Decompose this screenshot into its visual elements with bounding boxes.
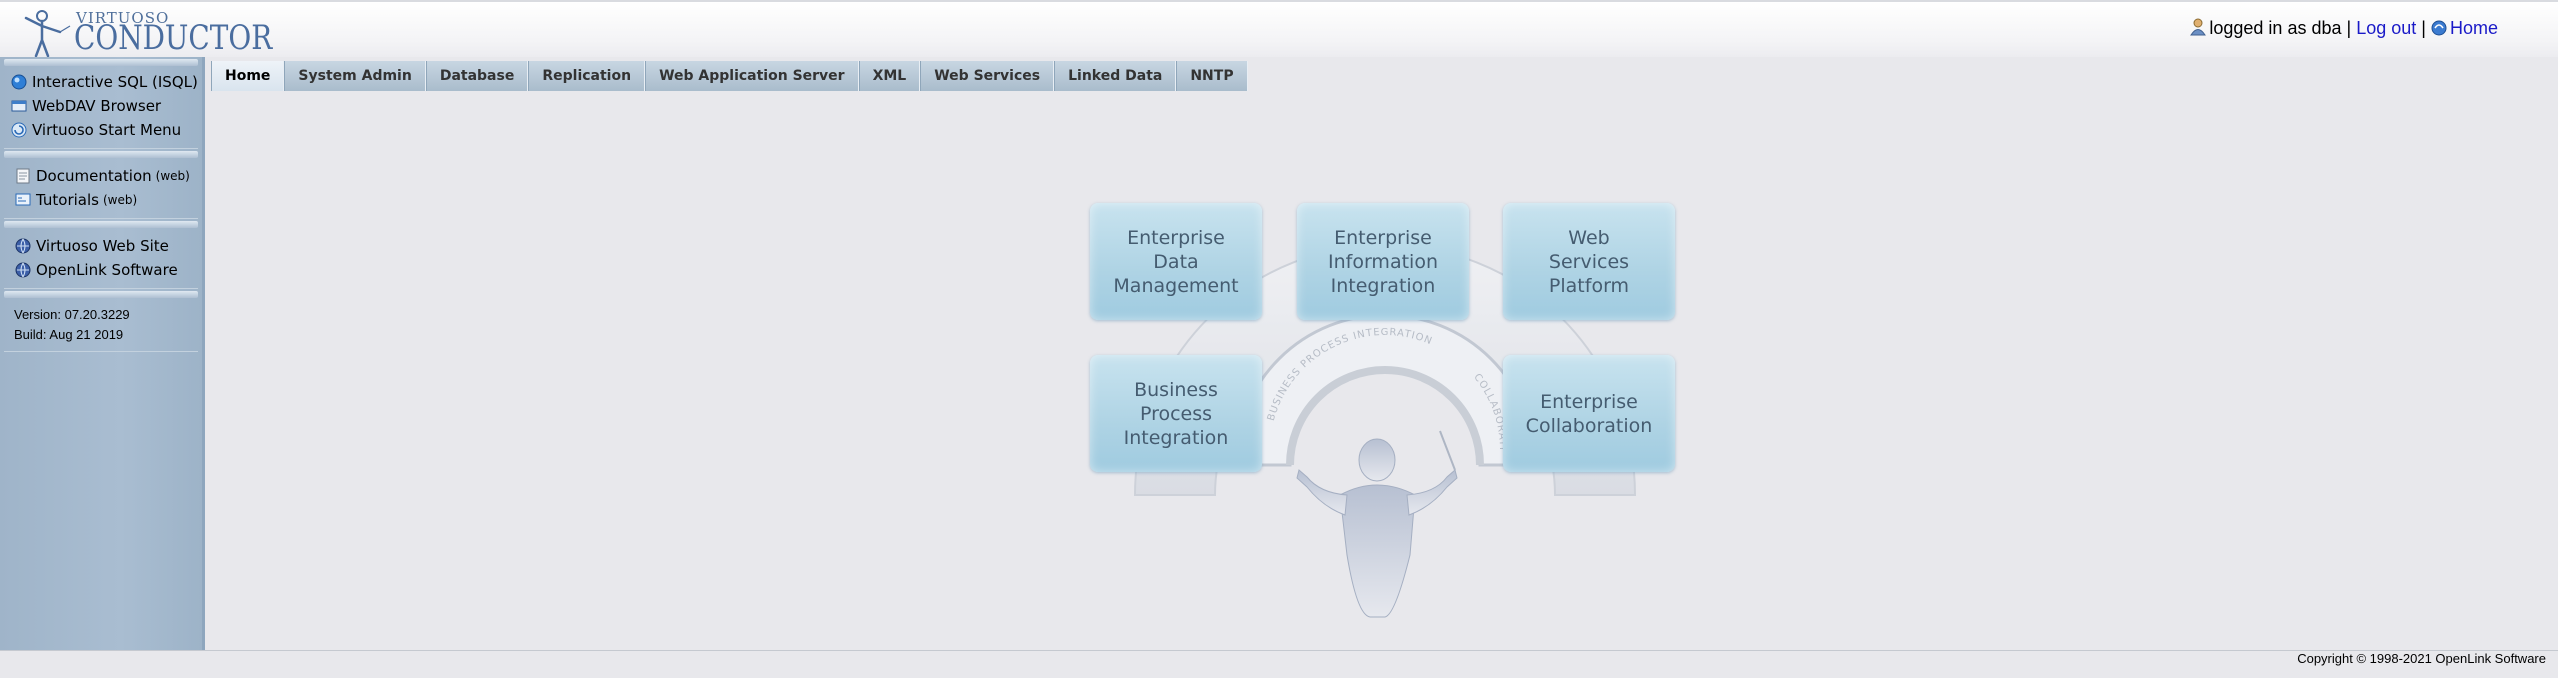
- home-link[interactable]: Home: [2450, 18, 2498, 38]
- main-tabs: Home System Admin Database Replication W…: [211, 61, 1248, 91]
- tab-linked-data[interactable]: Linked Data: [1054, 61, 1177, 91]
- sidebar-item-tutorials[interactable]: Tutorials (web): [4, 188, 198, 212]
- sidebar-item-label: Virtuoso Web Site: [36, 237, 169, 255]
- conductor-diagram: BUSINESS PROCESS INTEGRATION COLLABORATI…: [1085, 195, 1685, 625]
- sidebar-item-virtuoso-site[interactable]: Virtuoso Web Site: [4, 234, 198, 258]
- box-business-process-integration[interactable]: Business Process Integration: [1090, 355, 1262, 472]
- sidebar-links-group: Virtuoso Web Site OpenLink Software: [4, 228, 198, 289]
- sidebar-divider: [4, 151, 198, 158]
- virtuoso-conductor-logo[interactable]: VIRTUOSO CONDUCTOR: [16, 6, 272, 58]
- sidebar-item-start-menu[interactable]: Virtuoso Start Menu: [4, 118, 198, 142]
- globe-icon: [15, 238, 31, 254]
- tab-home[interactable]: Home: [211, 61, 285, 91]
- web-suffix: (web): [102, 193, 138, 207]
- sidebar-item-label: WebDAV Browser: [32, 97, 162, 115]
- sidebar-divider: [4, 291, 198, 298]
- copyright-text: Copyright © 1998-2021 OpenLink Software: [2297, 651, 2546, 666]
- sidebar-item-label: Virtuoso Start Menu: [32, 121, 182, 139]
- build-text: Build: Aug 21 2019: [14, 327, 124, 342]
- header: VIRTUOSO CONDUCTOR logged in as dba | Lo…: [0, 0, 2558, 58]
- tab-system-admin[interactable]: System Admin: [284, 61, 426, 91]
- sidebar-item-webdav[interactable]: WebDAV Browser: [4, 94, 198, 118]
- sidebar-item-label: Documentation: [36, 167, 152, 185]
- sidebar-item-openlink[interactable]: OpenLink Software: [4, 258, 198, 282]
- sidebar-divider: [4, 221, 198, 228]
- sidebar-version-info: Version: 07.20.3229 Build: Aug 21 2019: [4, 298, 198, 352]
- globe-icon: [15, 262, 31, 278]
- tab-xml[interactable]: XML: [858, 61, 921, 91]
- sidebar: Interactive SQL (ISQL) WebDAV Browser Vi…: [0, 57, 205, 650]
- folder-icon: [11, 100, 27, 112]
- tab-web-application-server[interactable]: Web Application Server: [645, 61, 859, 91]
- user-icon: [2190, 18, 2207, 36]
- separator: |: [2346, 18, 2352, 38]
- web-suffix: (web): [155, 169, 190, 183]
- logout-link[interactable]: Log out: [2356, 18, 2416, 38]
- home-icon: [2431, 20, 2447, 36]
- conductor-figure-icon: [24, 10, 71, 58]
- document-icon: [16, 168, 30, 184]
- box-enterprise-information-integration[interactable]: Enterprise Information Integration: [1297, 203, 1469, 320]
- sidebar-divider: [4, 59, 198, 66]
- tab-nntp[interactable]: NNTP: [1176, 61, 1248, 91]
- sidebar-item-isql[interactable]: Interactive SQL (ISQL): [4, 70, 198, 94]
- box-enterprise-data-management[interactable]: Enterprise Data Management: [1090, 203, 1262, 320]
- sidebar-docs-group: Documentation (web) Tutorials (web): [4, 158, 198, 219]
- sql-icon: [11, 74, 27, 90]
- tutorial-icon: [15, 193, 31, 206]
- separator: |: [2421, 18, 2426, 38]
- tab-web-services[interactable]: Web Services: [920, 61, 1055, 91]
- box-web-services-platform[interactable]: Web Services Platform: [1503, 203, 1675, 320]
- sidebar-tools-group: Interactive SQL (ISQL) WebDAV Browser Vi…: [4, 66, 198, 149]
- logged-in-status: logged in as dba: [2209, 18, 2342, 38]
- sidebar-item-label: OpenLink Software: [36, 261, 178, 279]
- conductor-silhouette-icon: [1296, 430, 1458, 618]
- tab-database[interactable]: Database: [425, 61, 529, 91]
- sidebar-item-label: Interactive SQL (ISQL): [32, 73, 198, 91]
- tab-replication[interactable]: Replication: [528, 61, 646, 91]
- logo-conductor-text: CONDUCTOR: [74, 18, 273, 58]
- version-text: Version: 07.20.3229: [14, 307, 130, 322]
- start-menu-icon: [11, 122, 27, 138]
- sidebar-item-documentation[interactable]: Documentation (web): [4, 164, 198, 188]
- footer-divider: [0, 650, 2558, 651]
- sidebar-item-label: Tutorials: [36, 191, 99, 209]
- user-area: logged in as dba | Log out | Home: [2190, 18, 2498, 39]
- box-enterprise-collaboration[interactable]: Enterprise Collaboration: [1503, 355, 1675, 472]
